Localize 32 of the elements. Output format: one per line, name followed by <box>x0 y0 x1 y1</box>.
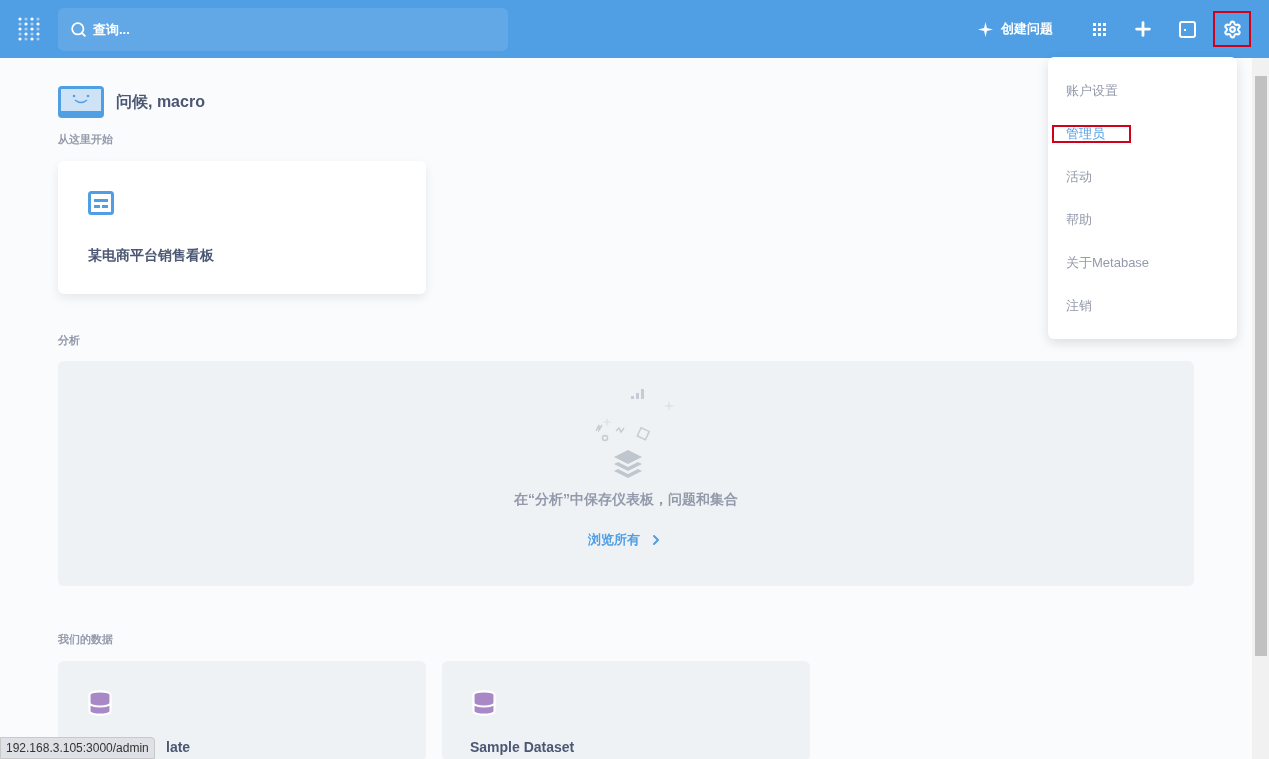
section-heading: 我们的数据 <box>58 632 113 647</box>
greeting: 问候, macro <box>116 92 205 112</box>
menu-item[interactable]: 帮助 <box>1054 198 1231 241</box>
card-title: Sample Dataset <box>470 738 576 755</box>
search-icon <box>70 20 87 38</box>
dashboard-card[interactable]: 某电商平台销售看板 <box>58 160 426 294</box>
dashboard-icon <box>88 190 114 215</box>
database-icon <box>86 688 114 717</box>
menu-item[interactable]: 账户设置 <box>1054 69 1231 112</box>
plus-icon <box>1132 18 1154 40</box>
status-url: 192.168.3.105:3000/admin <box>0 737 155 759</box>
section-heading: 分析 <box>58 332 80 348</box>
menu-item[interactable]: 管理员 <box>1054 112 1231 155</box>
browse-all-link[interactable]: 浏览所有 <box>588 530 664 550</box>
menu-item[interactable]: 注销 <box>1054 284 1231 327</box>
empty-state-message: 在“分析”中保存仪表板，问题和集合 <box>514 490 738 509</box>
grid-icon <box>1092 22 1106 36</box>
new-question-button[interactable]: 创建问题 <box>970 11 1061 47</box>
logo-icon[interactable] <box>18 17 40 41</box>
menu-item[interactable]: 活动 <box>1054 155 1231 198</box>
terminal-icon <box>1178 20 1196 38</box>
card-title: late <box>166 738 192 755</box>
settings-button[interactable] <box>1213 11 1251 47</box>
section-heading: 从这里开始 <box>58 132 113 147</box>
smiley-screen-icon <box>58 86 104 118</box>
settings-icon <box>1222 19 1242 39</box>
database-card[interactable]: Sample Dataset <box>442 660 810 759</box>
menu-item[interactable]: 关于Metabase <box>1054 241 1231 284</box>
card-title: 某电商平台销售看板 <box>88 245 215 265</box>
sparkle-icon <box>978 21 993 37</box>
search-field[interactable]: 查询... <box>58 7 508 51</box>
database-icon <box>470 688 498 717</box>
